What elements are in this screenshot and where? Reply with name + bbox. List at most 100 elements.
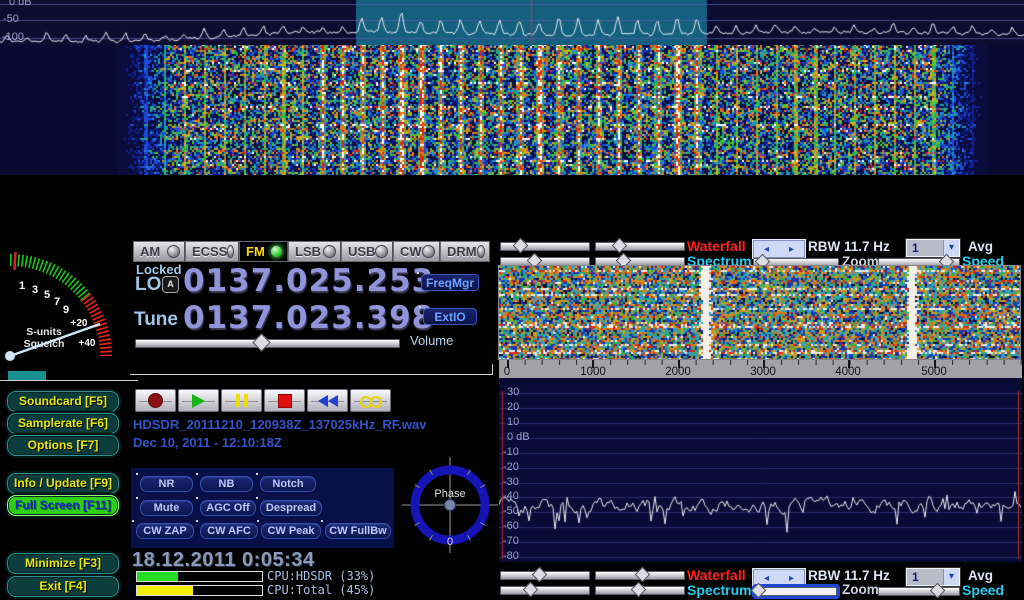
cw-zap-button[interactable]: CW ZAP: [136, 523, 194, 539]
phase-label: Phase: [434, 488, 465, 500]
mode-led: [270, 245, 283, 258]
stop-icon: [278, 394, 292, 408]
rewind-icon: [318, 395, 338, 407]
af-db-label: -70: [503, 535, 519, 547]
sidebar-exit[interactable]: Exit [F4]: [7, 576, 119, 597]
sidebar-info-update[interactable]: Info / Update [F9]: [7, 473, 119, 494]
rf-spectrum[interactable]: [0, 0, 1024, 45]
squelch-bar[interactable]: [8, 371, 46, 380]
tune-frequency[interactable]: 0137.023.398: [183, 300, 434, 336]
mode-cw[interactable]: CW: [393, 241, 440, 262]
wf-contrast-slider-top[interactable]: [595, 242, 685, 251]
sidebar-options[interactable]: Options [F7]: [7, 435, 119, 456]
record-button[interactable]: [135, 389, 176, 412]
volume-slider[interactable]: [135, 339, 400, 348]
s-meter-label: 5: [44, 289, 50, 301]
hdsdr-window: 137000 137005 137010 137015 137020 13702…: [0, 0, 1024, 600]
avg-dropdown-bottom[interactable]: 1▾: [906, 568, 960, 586]
phase-scope: Phase 0: [402, 457, 498, 553]
cpu-hdsdr-bar: [136, 571, 263, 582]
af-db-label: 10: [507, 416, 519, 428]
sidebar-minimize[interactable]: Minimize [F3]: [7, 553, 119, 574]
mode-drm[interactable]: DRM: [440, 241, 490, 262]
recording-timestamp: Dec 10, 2011 - 12:10:18Z: [133, 435, 282, 450]
mode-led: [375, 245, 388, 258]
spin-left-icon[interactable]: ◂: [764, 573, 769, 584]
volume-label: Volume: [410, 333, 453, 348]
speed-slider-bottom[interactable]: [878, 587, 960, 596]
s-meter-label: 9: [63, 304, 69, 316]
wf-brightness-slider-bottom[interactable]: [500, 571, 590, 580]
rewind-button[interactable]: [307, 389, 348, 412]
loop-icon: [360, 395, 382, 407]
af-waterfall-frame: [498, 265, 1021, 360]
rbw-label-top: RBW 11.7 Hz: [808, 239, 890, 254]
af-waterfall[interactable]: [499, 266, 1020, 359]
af-frequency-scale[interactable]: 0 1000 2000 3000 4000 5000: [499, 360, 1022, 378]
rf-db-0: 0 dB: [9, 0, 32, 8]
spin-right-icon[interactable]: ▸: [789, 573, 794, 584]
wf-brightness-slider-top[interactable]: [500, 242, 590, 251]
volume-slider-thumb[interactable]: [252, 333, 270, 351]
record-icon: [148, 393, 163, 408]
nr-button[interactable]: NR: [140, 476, 193, 492]
wf-contrast-slider-bottom[interactable]: [595, 571, 685, 580]
nb-button[interactable]: NB: [200, 476, 253, 492]
waterfall-label-top: Waterfall: [687, 238, 746, 254]
cw-peak-button[interactable]: CW Peak: [261, 523, 321, 539]
notch-button[interactable]: Notch: [260, 476, 316, 492]
af-db-label: -50: [503, 505, 519, 517]
sp-offset-slider-bottom[interactable]: [595, 586, 685, 595]
sidebar-fullscreen[interactable]: Full Screen [F11]: [7, 495, 119, 516]
cw-afc-button[interactable]: CW AFC: [200, 523, 258, 539]
recording-filename: HDSDR_20111210_120938Z_137025kHz_RF.wav: [133, 417, 426, 432]
stop-button[interactable]: [264, 389, 305, 412]
rbw-label-bottom: RBW 11.7 Hz: [808, 568, 890, 583]
phase-value: 0: [447, 536, 453, 548]
pause-button[interactable]: [221, 389, 262, 412]
lo-frequency[interactable]: 0137.025.253: [183, 263, 434, 299]
rf-spectrum-panel[interactable]: 0 dB -50 -100: [0, 0, 1024, 45]
agc-off-button[interactable]: AGC Off: [200, 500, 256, 516]
zoom-label-bottom: Zoom: [842, 582, 879, 597]
play-button[interactable]: [178, 389, 219, 412]
sidebar-soundcard[interactable]: Soundcard [F5]: [7, 391, 119, 412]
mute-button[interactable]: Mute: [140, 500, 193, 516]
mode-led: [167, 245, 180, 258]
avg-label-bottom: Avg: [968, 568, 993, 583]
af-tick: 4000: [816, 366, 880, 378]
mode-led: [227, 245, 234, 258]
mode-am[interactable]: AM: [133, 241, 185, 262]
sidebar-samplerate[interactable]: Samplerate [F6]: [7, 413, 119, 434]
s-units-label: S-units: [26, 326, 62, 338]
mode-ecss[interactable]: ECSS: [185, 241, 239, 262]
despread-button[interactable]: Despread: [260, 500, 322, 516]
zoom-slider-bottom[interactable]: [755, 587, 837, 596]
cw-fullbw-button[interactable]: CW FullBw: [325, 523, 391, 539]
af-tick: 0: [475, 366, 539, 378]
af-spectrum-panel[interactable]: 30 20 10 0 dB -10 -20 -30 -40 -50 -60 -7…: [499, 378, 1022, 562]
chevron-down-icon[interactable]: ▾: [943, 569, 959, 585]
spectrum-label-bottom: Spectrum: [687, 582, 752, 598]
mode-fm[interactable]: FM: [239, 241, 288, 262]
extio-button[interactable]: ExtIO: [423, 308, 477, 325]
rf-db-50: -50: [3, 13, 19, 25]
cpu-total-bar: [136, 585, 263, 596]
af-tick: 5000: [902, 366, 966, 378]
af-db-label: 20: [507, 401, 519, 413]
loop-button[interactable]: [350, 389, 391, 412]
s-meter: 1 3 5 7 9 +20 +40 S-units Squelch: [0, 240, 133, 372]
spin-right-icon[interactable]: ▸: [789, 244, 794, 255]
mode-lsb[interactable]: LSB: [288, 241, 341, 262]
play-icon: [192, 394, 205, 408]
af-db-label: -80: [503, 550, 519, 562]
freqmgr-button[interactable]: FreqMgr: [421, 274, 479, 291]
lo-auto-button[interactable]: A: [162, 276, 179, 293]
af-tick: 1000: [561, 366, 625, 378]
spin-left-icon[interactable]: ◂: [764, 244, 769, 255]
af-spectrum[interactable]: [499, 378, 1022, 562]
tune-label: Tune: [134, 309, 178, 331]
sp-range-slider-bottom[interactable]: [500, 586, 590, 595]
avg-dropdown-top[interactable]: 1▾: [906, 239, 960, 257]
mode-usb[interactable]: USB: [341, 241, 393, 262]
